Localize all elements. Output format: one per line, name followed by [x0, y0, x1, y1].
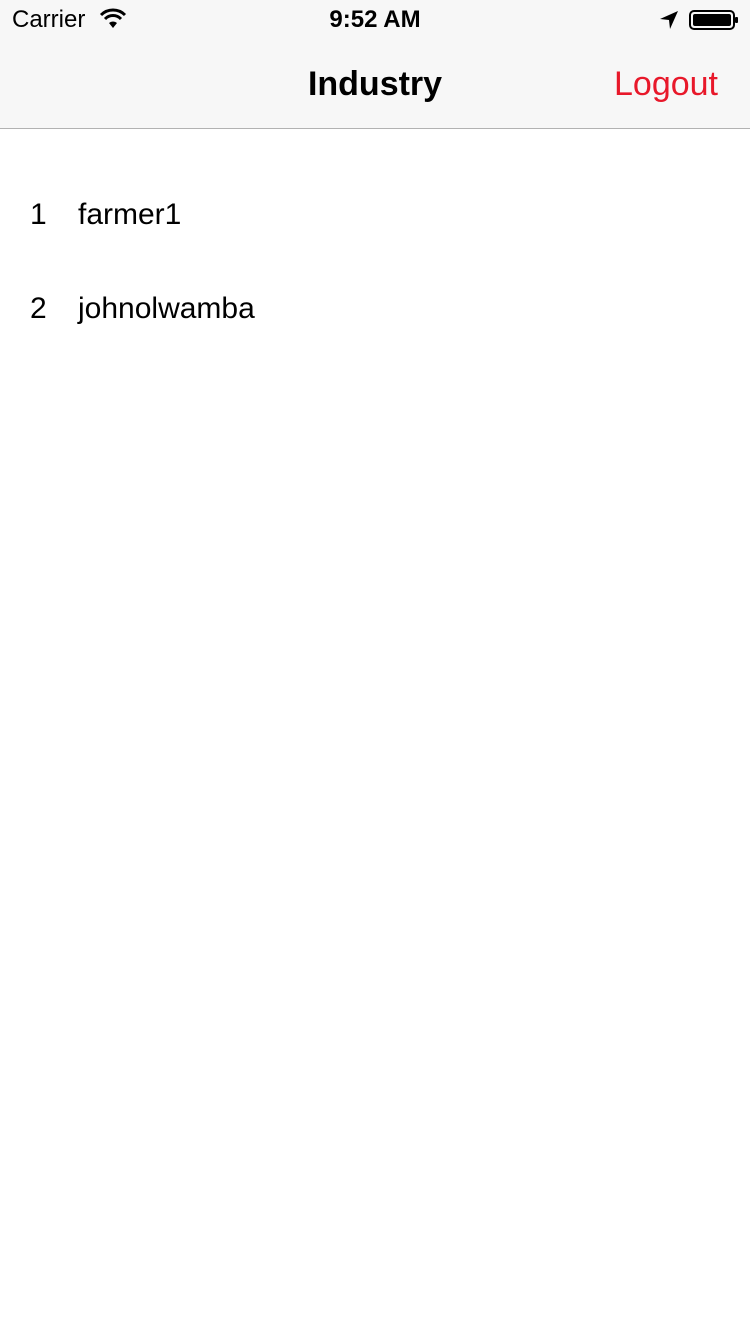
- battery-icon: [689, 10, 738, 30]
- user-list: 1 farmer1 2 johnolwamba: [0, 129, 750, 325]
- status-bar: Carrier 9:52 AM: [0, 0, 750, 40]
- navigation-bar: Industry Logout: [0, 40, 750, 129]
- location-arrow-icon: [660, 11, 678, 29]
- status-time: 9:52 AM: [329, 6, 421, 33]
- logout-button[interactable]: Logout: [614, 64, 718, 104]
- list-item[interactable]: 1 farmer1: [0, 129, 750, 231]
- list-item[interactable]: 2 johnolwamba: [0, 223, 750, 325]
- list-item-name: johnolwamba: [78, 292, 255, 325]
- list-item-index: 2: [30, 292, 47, 325]
